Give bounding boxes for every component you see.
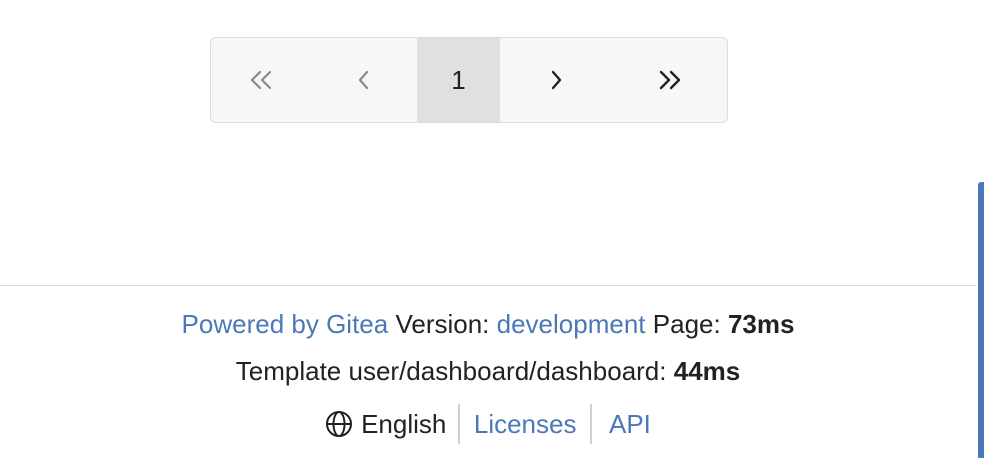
template-label: Template user/dashboard/dashboard: bbox=[235, 356, 667, 386]
next-page-button[interactable] bbox=[500, 38, 613, 122]
footer-version-line: Powered by Gitea Version: development Pa… bbox=[0, 308, 976, 340]
chevron-right-icon bbox=[551, 70, 562, 90]
language-selector[interactable]: English bbox=[325, 409, 458, 440]
version-link[interactable]: development bbox=[497, 309, 646, 339]
last-page-button[interactable] bbox=[612, 38, 727, 122]
footer-template-line: Template user/dashboard/dashboard: 44ms bbox=[0, 355, 976, 387]
double-chevron-right-icon bbox=[659, 70, 680, 90]
previous-page-button[interactable] bbox=[311, 38, 418, 122]
licenses-link[interactable]: Licenses bbox=[460, 409, 591, 440]
version-label: Version: bbox=[395, 309, 490, 339]
double-chevron-left-icon bbox=[250, 70, 271, 90]
page-number-label: 1 bbox=[451, 64, 466, 95]
page: 1 Powered by Gitea Version: development … bbox=[0, 0, 984, 458]
page-footer: Powered by Gitea Version: development Pa… bbox=[0, 285, 976, 458]
footer-links: English Licenses API bbox=[0, 404, 976, 444]
template-time-value: 44ms bbox=[673, 356, 741, 386]
chevron-left-icon bbox=[358, 70, 369, 90]
pagination: 1 bbox=[210, 37, 728, 123]
page-number-current[interactable]: 1 bbox=[417, 38, 500, 122]
globe-icon bbox=[326, 411, 353, 437]
powered-by-gitea-link[interactable]: Powered by Gitea bbox=[182, 309, 389, 339]
page-time-value: 73ms bbox=[727, 309, 795, 339]
scrollbar-accent[interactable] bbox=[978, 182, 984, 458]
page-time-label: Page: bbox=[652, 309, 721, 339]
language-label: English bbox=[361, 408, 447, 439]
api-link[interactable]: API bbox=[592, 409, 651, 440]
first-page-button[interactable] bbox=[211, 38, 311, 122]
